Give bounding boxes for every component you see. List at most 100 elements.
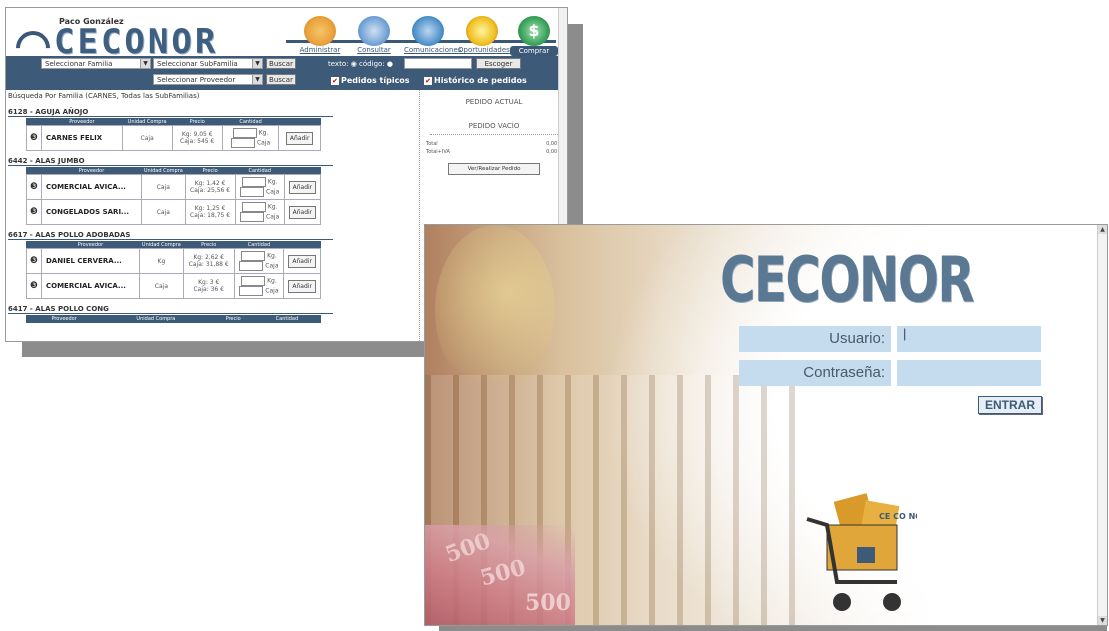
qty-box-input[interactable] <box>239 261 264 271</box>
scroll-up-icon[interactable]: ▲ <box>1098 225 1107 234</box>
price-box: Caja: 36 € <box>193 286 224 293</box>
qty-box-input[interactable] <box>231 138 256 148</box>
nav-label: Consultar <box>357 46 391 54</box>
provider-name: CARNES FELIX <box>41 125 123 151</box>
supplier-select[interactable]: Seleccionar Proveedor ▼ <box>153 74 263 85</box>
price-kg: Kg: 1,25 € <box>194 205 226 212</box>
login-screenshot: 500 500 500 CECONOR Usuario: | Contraseñ… <box>424 224 1108 626</box>
qty-kg-input[interactable] <box>241 276 266 286</box>
unit-kg: Kg. <box>267 252 277 260</box>
scroll-down-icon[interactable]: ▼ <box>1098 616 1107 625</box>
nav-comprar[interactable]: $ Comprar <box>510 16 558 56</box>
family-select[interactable]: Seleccionar Familia ▼ <box>41 58 151 69</box>
typical-orders-check[interactable]: ✔ Pedidos típicos <box>331 76 410 85</box>
search-button-1[interactable]: Buscar <box>266 58 296 69</box>
unit-kg: Kg. <box>267 178 278 186</box>
cart-box-text: CE CO NOR <box>879 512 917 521</box>
th-quantity: Cantidad <box>234 241 284 249</box>
unit-value: Caja <box>141 174 186 200</box>
typical-orders-label: Pedidos típicos <box>341 76 410 85</box>
th-action <box>319 315 321 323</box>
price-kg: Kg: 9,05 € <box>181 131 213 138</box>
select-value: Seleccionar SubFamilia <box>157 60 238 68</box>
brand-logo: CECONOR <box>720 243 975 316</box>
product-table: Proveedor Unidad Compra Precio Cantidad … <box>26 241 321 299</box>
th-provider: Proveedor <box>41 241 140 249</box>
codigo-label: código: <box>359 60 385 68</box>
banknote-value: 500 <box>477 554 529 592</box>
usuario-input[interactable]: | <box>897 326 1041 352</box>
coin-image <box>435 225 555 395</box>
provider-name: CONGELADOS SARI... <box>40 199 143 225</box>
search-text-input[interactable] <box>404 58 472 69</box>
qty-box-input[interactable] <box>240 212 265 222</box>
password-input[interactable] <box>897 360 1041 386</box>
action-cell: Añadir <box>283 248 321 274</box>
provider-name: DANIEL CERVERA... <box>41 248 140 274</box>
table-row: ❸ CARNES FELIX Caja Kg: 9,05 € Caja: 545 … <box>26 125 321 151</box>
history-check[interactable]: ✔ Histórico de pedidos <box>424 76 527 85</box>
chevron-down-icon: ▼ <box>140 59 150 68</box>
chevron-down-icon: ▼ <box>252 75 262 84</box>
info-icon[interactable]: ❸ <box>26 248 42 274</box>
nav-administrar[interactable]: Administrar <box>296 16 344 54</box>
add-button[interactable]: Añadir <box>288 180 317 194</box>
price-box: Caja: 31,88 € <box>188 261 229 268</box>
add-button[interactable]: Añadir <box>285 131 314 145</box>
total-iva-label: Total+IVA <box>426 149 450 155</box>
nav-label: Oportunidades <box>458 46 510 54</box>
th-icon <box>26 118 42 126</box>
total-row: Total 0,00 € <box>420 141 567 147</box>
banknote-value: 500 <box>525 590 571 616</box>
unit-kg: Kg. <box>267 277 277 285</box>
action-cell: Añadir <box>283 273 321 299</box>
info-icon[interactable]: ❸ <box>26 174 42 200</box>
opportunities-star-icon <box>466 16 498 46</box>
texto-label-text: texto: <box>328 60 349 68</box>
enter-button[interactable]: ENTRAR <box>978 396 1042 414</box>
radio-texto[interactable]: ◉ <box>351 60 357 68</box>
choose-button[interactable]: Escoger <box>476 58 521 69</box>
add-button[interactable]: Añadir <box>288 279 316 293</box>
qty-box-input[interactable] <box>240 187 265 197</box>
price-cell: Kg: 1,42 € Caja: 25,56 € <box>184 174 236 200</box>
scrollbar[interactable]: ▲ ▼ <box>1097 225 1107 625</box>
quantity-cell: Kg. Caja <box>234 174 285 200</box>
subfamily-select[interactable]: Seleccionar SubFamilia ▼ <box>153 58 263 69</box>
qty-kg-input[interactable] <box>232 128 257 138</box>
th-unit: Unidad Compra <box>122 118 173 126</box>
nav-comunicaciones[interactable]: Comunicaciones <box>404 16 462 54</box>
history-label: Histórico de pedidos <box>434 76 527 85</box>
action-cell: Añadir <box>283 174 322 200</box>
nav-consultar[interactable]: Consultar <box>350 16 398 54</box>
table-row: ❸ COMERCIAL AVICA... Caja Kg: 3 € Caja: 3… <box>26 273 321 299</box>
current-order-title: PEDIDO ACTUAL <box>465 98 523 106</box>
select-value: Seleccionar Proveedor <box>157 76 236 84</box>
qty-kg-input[interactable] <box>241 202 266 212</box>
banknote-value: 500 <box>441 527 494 569</box>
th-price: Precio <box>211 315 255 323</box>
add-button[interactable]: Añadir <box>288 254 316 268</box>
nav-label: Comunicaciones <box>404 46 462 54</box>
search-button-2[interactable]: Buscar <box>266 74 296 85</box>
radio-codigo[interactable]: ● <box>387 60 393 68</box>
qty-kg-input[interactable] <box>241 177 266 187</box>
info-icon[interactable]: ❸ <box>26 199 42 225</box>
table-row: ❸ COMERCIAL AVICA... Caja Kg: 1,42 € Caja… <box>26 174 322 200</box>
shopping-cart-icon: CE CO NOR <box>806 493 917 611</box>
view-order-button[interactable]: Ver/Realizar Pedido <box>448 163 540 175</box>
qty-box-input[interactable] <box>239 286 264 296</box>
th-unit: Unidad Compra <box>141 167 186 175</box>
total-label: Total <box>426 141 438 147</box>
unit-box: Caja <box>265 262 279 270</box>
empty-order-text: PEDIDO VACÍO <box>430 122 558 135</box>
action-cell: Añadir <box>283 199 322 225</box>
chevron-down-icon: ▼ <box>252 59 262 68</box>
price-box: Caja: 545 € <box>180 138 215 145</box>
info-icon[interactable]: ❸ <box>26 125 42 151</box>
info-icon[interactable]: ❸ <box>26 273 42 299</box>
nav-oportunidades[interactable]: Oportunidades <box>458 16 510 54</box>
add-button[interactable]: Añadir <box>288 205 317 219</box>
th-icon <box>26 167 42 175</box>
qty-kg-input[interactable] <box>241 251 266 261</box>
